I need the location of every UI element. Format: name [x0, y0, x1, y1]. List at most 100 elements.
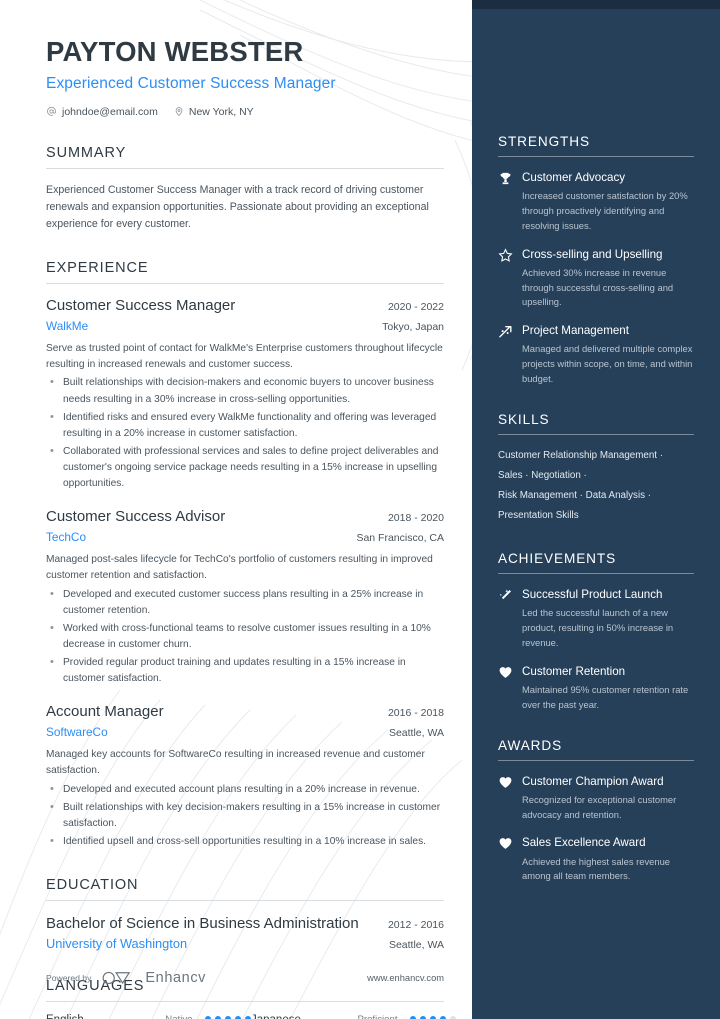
- powered-by-block: Powered by Enhancv: [46, 970, 206, 986]
- powered-by-label: Powered by: [46, 973, 92, 983]
- item-title: Customer Champion Award: [522, 774, 664, 788]
- divider: [498, 433, 694, 435]
- enhancv-url[interactable]: www.enhancv.com: [367, 973, 444, 983]
- section-title-education: EDUCATION: [46, 877, 139, 894]
- section-achievements: ACHIEVEMENTS Successful Product Launch L…: [498, 551, 694, 712]
- divider: [46, 283, 444, 285]
- main-column: PAYTON WEBSTER Experienced Customer Succ…: [0, 0, 472, 1019]
- email-text: johndoe@email.com: [62, 105, 158, 118]
- job-date-range: 2020 - 2022: [387, 301, 444, 314]
- experience-entry: Account Manager 2016 - 2018 SoftwareCo S…: [46, 703, 444, 850]
- section-title-experience: EXPERIENCE: [46, 260, 149, 277]
- item-description: Led the successful launch of a new produ…: [522, 607, 674, 649]
- item-title: Sales Excellence Award: [522, 836, 646, 850]
- section-title-awards: AWARDS: [498, 737, 563, 753]
- magic-wand-icon: [499, 589, 511, 601]
- at-icon: [47, 107, 56, 116]
- item-title: Customer Advocacy: [522, 171, 626, 184]
- languages-list: English Native Japanese Proficient Spani…: [46, 1014, 456, 1019]
- heart-icon: [499, 838, 512, 850]
- strength-item: Customer Advocacy Increased customer sat…: [498, 170, 694, 234]
- job-bullet-list: Developed and executed customer success …: [46, 586, 444, 688]
- experience-bullet: Identified risks and ensured every WalkM…: [46, 409, 444, 442]
- skill-line: Presentation Skills: [498, 510, 579, 522]
- experience-entry: Customer Success Manager 2020 - 2022 Wal…: [46, 297, 444, 492]
- strength-item: Project Management Managed and delivered…: [498, 323, 694, 387]
- experience-entry-header: Customer Success Advisor 2018 - 2020: [46, 508, 444, 527]
- skill-line: Risk Management · Data Analysis ·: [498, 490, 651, 502]
- divider: [498, 759, 694, 761]
- language-name: Japanese: [251, 1014, 339, 1019]
- sidebar: STRENGTHS Customer Advocacy Increased cu…: [472, 0, 720, 1019]
- section-title-skills: SKILLS: [498, 411, 550, 427]
- skill-line: Customer Relationship Management ·: [498, 449, 663, 461]
- education-date-range: 2012 - 2016: [387, 919, 444, 932]
- achievement-item: Customer Retention Maintained 95% custom…: [498, 664, 694, 713]
- page-title: PAYTON WEBSTER: [46, 36, 304, 67]
- contact-email[interactable]: johndoe@email.com: [46, 106, 158, 118]
- item-icon-wrap: [498, 774, 513, 823]
- experience-entry-header: Account Manager 2016 - 2018: [46, 703, 444, 722]
- divider: [498, 573, 694, 575]
- experience-bullet: Identified upsell and cross-sell opportu…: [46, 833, 444, 850]
- education-degree: Bachelor of Science in Business Administ…: [46, 915, 359, 933]
- experience-bullet: Collaborated with professional services …: [46, 443, 444, 492]
- section-summary: SUMMARY Experienced Customer Success Man…: [46, 145, 444, 233]
- item-icon-wrap: [498, 170, 513, 234]
- language-item: English Native: [46, 1014, 251, 1019]
- item-body: Cross-selling and Upselling Achieved 30%…: [522, 247, 694, 311]
- experience-bullet: Built relationships with decision-makers…: [46, 374, 444, 407]
- job-bullet-list: Built relationships with decision-makers…: [46, 374, 444, 492]
- experience-list: Customer Success Manager 2020 - 2022 Wal…: [46, 297, 444, 850]
- section-strengths: STRENGTHS Customer Advocacy Increased cu…: [498, 134, 694, 387]
- item-icon-wrap: [498, 247, 513, 311]
- job-company[interactable]: WalkMe: [46, 319, 88, 333]
- experience-entry-header: Customer Success Manager 2020 - 2022: [46, 297, 444, 316]
- strength-item: Cross-selling and Upselling Achieved 30%…: [498, 247, 694, 311]
- experience-entry-subheader: SoftwareCo Seattle, WA: [46, 725, 444, 739]
- item-icon-wrap: [498, 835, 513, 884]
- education-list: Bachelor of Science in Business Administ…: [46, 914, 444, 951]
- trophy-icon: [500, 172, 511, 185]
- item-title: Project Management: [522, 324, 629, 338]
- experience-bullet: Worked with cross-functional teams to re…: [46, 620, 444, 653]
- education-school[interactable]: University of Washington: [46, 936, 187, 951]
- section-awards: AWARDS Customer Champion Award Recognize…: [498, 738, 694, 885]
- job-title: Customer Success Advisor: [46, 508, 226, 526]
- item-body: Customer Champion Award Recognized for e…: [522, 774, 694, 823]
- job-date-range: 2018 - 2020: [387, 512, 444, 525]
- experience-bullet: Developed and executed account plans res…: [46, 781, 444, 798]
- item-title: Successful Product Launch: [522, 588, 663, 602]
- strengths-list: Customer Advocacy Increased customer sat…: [498, 170, 694, 387]
- section-education: EDUCATION Bachelor of Science in Busines…: [46, 877, 444, 951]
- section-experience: EXPERIENCE Customer Success Manager 2020…: [46, 260, 444, 850]
- job-location: San Francisco, CA: [356, 531, 444, 544]
- divider: [46, 900, 444, 902]
- summary-text: Experienced Customer Success Manager wit…: [46, 183, 429, 230]
- section-title-achievements: ACHIEVEMENTS: [498, 551, 617, 567]
- education-entry-header: Bachelor of Science in Business Administ…: [46, 914, 444, 934]
- job-company[interactable]: SoftwareCo: [46, 725, 108, 739]
- experience-bullet: Provided regular product training and up…: [46, 654, 444, 687]
- item-body: Successful Product Launch Led the succes…: [522, 587, 694, 651]
- sidebar-top-accent-bar: [472, 0, 720, 9]
- divider: [46, 167, 444, 169]
- footer: Powered by Enhancv www.enhancv.com: [46, 970, 444, 986]
- trending-arrow-icon: [499, 326, 512, 338]
- achievement-item: Successful Product Launch Led the succes…: [498, 587, 694, 651]
- experience-entry-subheader: WalkMe Tokyo, Japan: [46, 319, 444, 333]
- experience-entry: Customer Success Advisor 2018 - 2020 Tec…: [46, 508, 444, 687]
- item-description: Recognized for exceptional customer advo…: [522, 793, 677, 820]
- job-description: Managed post-sales lifecycle for TechCo'…: [46, 553, 433, 582]
- item-title: Cross-selling and Upselling: [522, 247, 663, 261]
- enhancv-wordmark: Enhancv: [145, 970, 207, 986]
- experience-bullet: Built relationships with key decision-ma…: [46, 799, 444, 832]
- contact-location[interactable]: New York, NY: [174, 106, 254, 118]
- section-title-summary: SUMMARY: [46, 144, 127, 161]
- job-company[interactable]: TechCo: [46, 530, 86, 544]
- education-entry: Bachelor of Science in Business Administ…: [46, 914, 444, 951]
- divider: [498, 156, 694, 157]
- job-description: Managed key accounts for SoftwareCo resu…: [46, 749, 425, 777]
- location-text: New York, NY: [188, 105, 254, 118]
- enhancv-logo-icon: [102, 971, 131, 985]
